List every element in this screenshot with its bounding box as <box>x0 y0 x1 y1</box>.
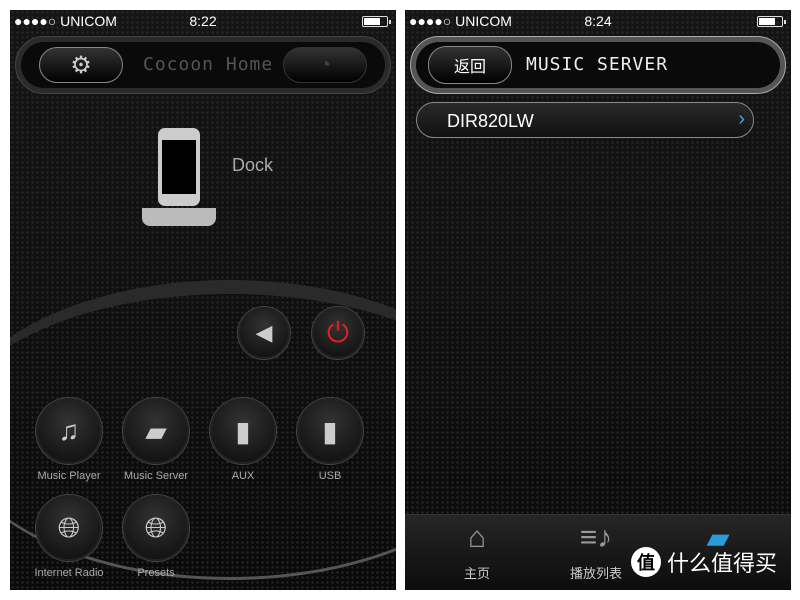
right-screen: ●●●●○ UNICOM 8:24 返回 MUSIC SERVER DIR820… <box>405 10 791 590</box>
gauge-button[interactable]: ◔ <box>283 47 367 83</box>
header-bar: ⚙ Cocoon Home ◔ <box>15 36 391 94</box>
chevron-right-icon: › <box>738 108 745 130</box>
clock: 8:24 <box>584 13 612 29</box>
page-title: MUSIC SERVER <box>526 54 669 75</box>
mute-button[interactable]: ◀ <box>238 307 290 359</box>
power-button[interactable]: ⏻ <box>312 307 364 359</box>
speaker-icon: ◀ <box>255 320 273 345</box>
source-music-player[interactable]: ♫ Music Player <box>29 398 109 482</box>
tab-home[interactable]: ⌂ 主页 <box>432 521 522 582</box>
aux-plug-icon: ▮ <box>235 415 251 447</box>
clock: 8:22 <box>189 13 217 29</box>
watermark: 值什么值得买 <box>630 546 777 578</box>
status-bar: ●●●●○ UNICOM 8:24 <box>405 10 791 32</box>
source-aux[interactable]: ▮ AUX <box>203 398 283 482</box>
power-icon: ⏻ <box>326 316 350 348</box>
source-usb[interactable]: ▮ USB <box>290 398 370 482</box>
server-list-item[interactable]: DIR820LW › <box>416 102 754 138</box>
server-name: DIR820LW <box>447 111 534 131</box>
gear-icon: ⚙ <box>70 51 92 79</box>
gauge-icon: ◔ <box>318 53 332 76</box>
ipod-icon: ♫ <box>58 415 80 446</box>
back-button[interactable]: 返回 <box>428 46 512 84</box>
home-icon: ⌂ <box>467 521 487 554</box>
usb-icon: ▮ <box>322 415 338 447</box>
status-bar: ●●●●○ UNICOM 8:22 <box>10 10 396 32</box>
battery-icon <box>757 16 786 27</box>
battery-icon <box>362 16 391 27</box>
source-music-server[interactable]: ▰ Music Server <box>116 398 196 482</box>
dock-icon[interactable] <box>140 128 218 226</box>
tab-playlist[interactable]: ≡♪ 播放列表 <box>551 521 641 582</box>
folder-icon: ▰ <box>145 415 167 447</box>
playlist-icon: ≡♪ <box>579 521 613 554</box>
left-screen: ●●●●○ UNICOM 8:22 ⚙ Cocoon Home ◔ Dock ◀… <box>10 10 396 590</box>
globe-radio-icon: 🌐︎ <box>57 511 81 543</box>
source-presets[interactable]: 🌐︎ Presets <box>116 495 196 579</box>
page-title: Cocoon Home <box>143 54 274 75</box>
settings-button[interactable]: ⚙ <box>39 47 123 83</box>
dock-label: Dock <box>232 155 274 175</box>
source-internet-radio[interactable]: 🌐︎ Internet Radio <box>29 495 109 579</box>
globe-preset-icon: 🌐︎ <box>144 511 168 543</box>
header-bar: 返回 MUSIC SERVER <box>410 36 786 94</box>
